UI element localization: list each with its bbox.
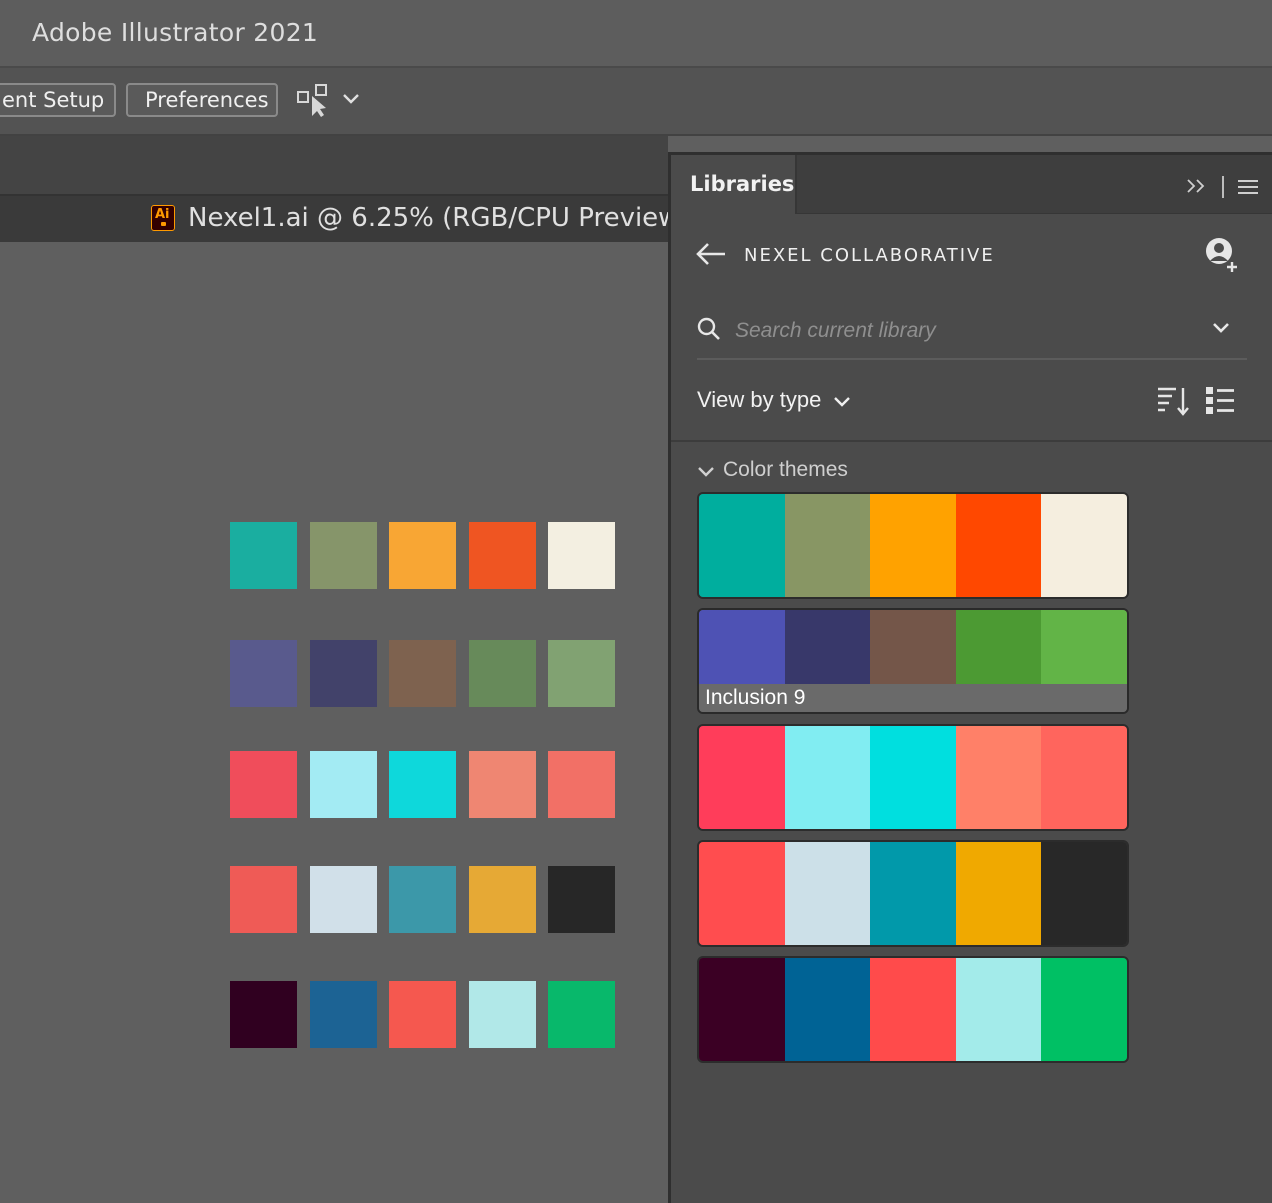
color-theme[interactable]	[697, 840, 1129, 947]
theme-swatch	[955, 958, 1042, 1061]
canvas-swatch[interactable]	[310, 522, 377, 589]
tab-separator	[1222, 176, 1224, 198]
canvas-swatch[interactable]	[310, 981, 377, 1048]
canvas-swatch[interactable]	[548, 981, 615, 1048]
search-underline	[697, 358, 1247, 360]
theme-swatch	[870, 726, 956, 829]
file-icon-text: Ai	[155, 207, 170, 222]
theme-swatch	[955, 610, 1042, 684]
theme-swatch	[870, 494, 956, 597]
theme-swatch	[784, 842, 871, 945]
document-tab-title: Nexel1.ai @ 6.25% (RGB/CPU Preview)	[188, 203, 690, 233]
sort-icon[interactable]	[1157, 386, 1189, 421]
theme-swatch	[699, 494, 785, 597]
theme-swatch	[1041, 958, 1127, 1061]
document-setup-button[interactable]: ent Setup	[0, 83, 116, 117]
theme-swatch	[955, 842, 1042, 945]
canvas-swatch[interactable]	[230, 981, 297, 1048]
theme-swatch	[699, 842, 785, 945]
theme-swatch	[784, 726, 871, 829]
theme-swatch	[1041, 842, 1127, 945]
theme-swatch	[784, 958, 871, 1061]
color-theme-strip	[699, 610, 1127, 684]
chevron-down-icon[interactable]	[833, 395, 851, 414]
canvas-swatch[interactable]	[310, 751, 377, 818]
canvas-swatch[interactable]	[469, 640, 536, 707]
section-title-color-themes[interactable]: Color themes	[723, 458, 848, 482]
canvas-swatch[interactable]	[389, 640, 456, 707]
canvas-swatch[interactable]	[230, 522, 297, 589]
canvas-swatch[interactable]	[230, 866, 297, 933]
theme-swatch	[784, 610, 871, 684]
theme-swatch	[699, 610, 785, 684]
canvas-swatch[interactable]	[389, 866, 456, 933]
theme-swatch	[699, 726, 785, 829]
artboard-canvas[interactable]	[0, 242, 668, 1200]
theme-swatch	[699, 958, 785, 1061]
canvas-swatch[interactable]	[469, 866, 536, 933]
search-scope-chevron-icon[interactable]	[1211, 321, 1231, 340]
canvas-swatch[interactable]	[469, 522, 536, 589]
canvas-swatch[interactable]	[310, 640, 377, 707]
color-theme-strip	[699, 726, 1127, 829]
theme-swatch	[1041, 610, 1127, 684]
theme-swatch	[1041, 726, 1127, 829]
library-name: NEXEL COLLABORATIVE	[744, 245, 995, 266]
invite-user-icon[interactable]	[1203, 237, 1243, 278]
canvas-swatch[interactable]	[469, 751, 536, 818]
canvas-swatch[interactable]	[469, 981, 536, 1048]
canvas-swatch[interactable]	[548, 866, 615, 933]
panel-tab-bar: Libraries	[671, 155, 1272, 214]
illustrator-file-icon: Ai	[151, 205, 175, 231]
tab-libraries[interactable]: Libraries	[671, 155, 797, 214]
control-bar: ent Setup Preferences	[0, 68, 1272, 136]
title-bar: Adobe Illustrator 2021	[0, 0, 1272, 68]
search-icon	[697, 317, 721, 346]
canvas-swatch[interactable]	[548, 522, 615, 589]
tab-libraries-label: Libraries	[690, 172, 795, 196]
color-theme-strip	[699, 958, 1127, 1061]
theme-swatch	[870, 958, 956, 1061]
canvas-swatch[interactable]	[389, 981, 456, 1048]
theme-swatch	[955, 726, 1042, 829]
canvas-swatch[interactable]	[230, 640, 297, 707]
theme-swatch	[1041, 494, 1127, 597]
color-theme[interactable]	[697, 492, 1129, 599]
panel-divider	[671, 440, 1272, 442]
color-theme[interactable]	[697, 724, 1129, 831]
panel-menu-icon[interactable]	[1237, 179, 1259, 200]
view-by-type-dropdown[interactable]: View by type	[697, 387, 821, 413]
theme-swatch	[870, 610, 956, 684]
color-theme-strip	[699, 494, 1127, 597]
theme-swatch	[870, 842, 956, 945]
theme-swatch	[784, 494, 871, 597]
color-theme-label: Inclusion 9	[699, 684, 1127, 712]
search-input[interactable]	[733, 313, 1177, 349]
libraries-panel: Libraries NEXEL COLLABORATIVE Search cur…	[668, 152, 1272, 1203]
section-collapse-chevron-icon[interactable]	[697, 465, 715, 484]
canvas-swatch[interactable]	[310, 866, 377, 933]
theme-swatch	[955, 494, 1042, 597]
color-theme-strip	[699, 842, 1127, 945]
app-title: Adobe Illustrator 2021	[32, 18, 319, 47]
preferences-button[interactable]: Preferences	[126, 83, 278, 117]
canvas-swatch[interactable]	[230, 751, 297, 818]
back-arrow-icon[interactable]	[695, 241, 727, 272]
canvas-swatch[interactable]	[389, 751, 456, 818]
color-theme[interactable]: Inclusion 9	[697, 608, 1129, 714]
canvas-swatch[interactable]	[548, 751, 615, 818]
chevron-down-icon[interactable]	[342, 92, 360, 111]
canvas-swatch[interactable]	[548, 640, 615, 707]
document-tab[interactable]: Ai Nexel1.ai @ 6.25% (RGB/CPU Preview)	[0, 196, 690, 243]
canvas-swatch[interactable]	[389, 522, 456, 589]
collapse-panel-icon[interactable]	[1186, 177, 1208, 200]
color-theme[interactable]	[697, 956, 1129, 1063]
list-view-icon[interactable]	[1205, 386, 1235, 421]
select-align-icon[interactable]	[296, 82, 332, 123]
document-tabs-band	[0, 136, 668, 196]
